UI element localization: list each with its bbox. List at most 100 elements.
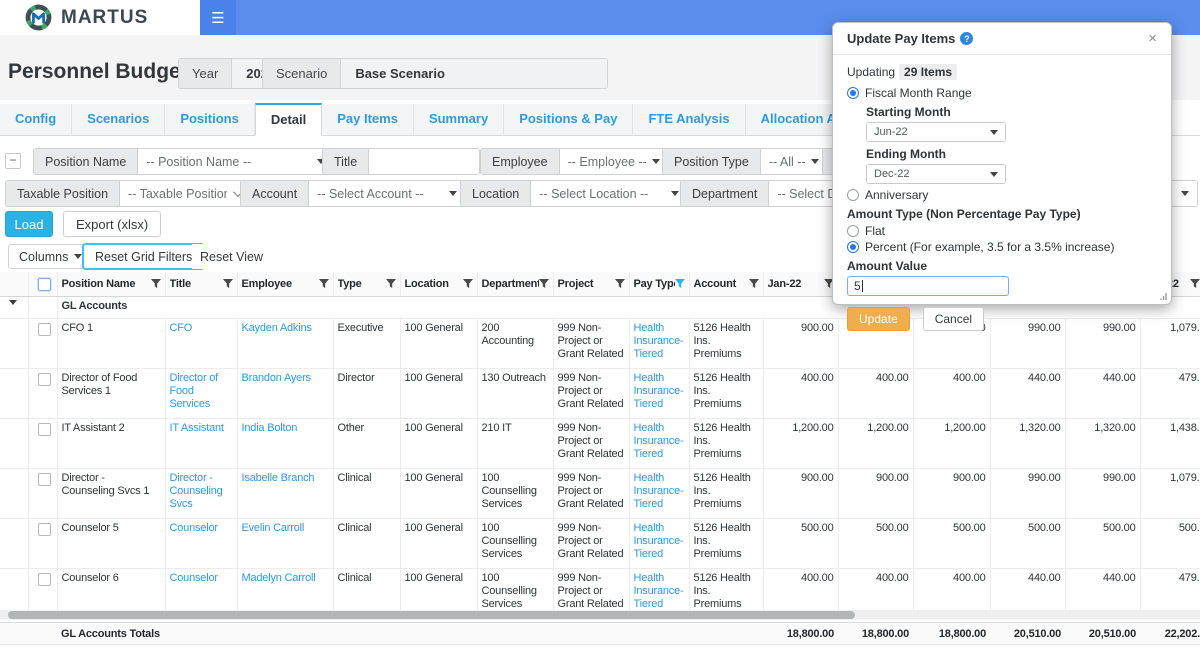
radio-icon[interactable] xyxy=(847,225,859,237)
column-header-type[interactable]: Type xyxy=(333,272,400,296)
cell-pay-type-link[interactable]: Health Insurance-Tiered xyxy=(634,572,684,610)
cell-title-link[interactable]: IT Assistant xyxy=(170,422,224,434)
resize-handle-icon[interactable] xyxy=(1158,292,1167,301)
row-checkbox[interactable] xyxy=(38,573,51,586)
cell-pay-type-link[interactable]: Health Insurance-Tiered xyxy=(634,322,684,360)
columns-dropdown-button[interactable]: Columns xyxy=(8,244,93,269)
tab-positions-pay[interactable]: Positions & Pay xyxy=(504,104,633,135)
filter-funnel-icon[interactable] xyxy=(463,279,473,289)
cell-employee-link[interactable]: Evelin Carroll xyxy=(242,522,305,534)
cell-employee-link[interactable]: Isabelle Branch xyxy=(242,472,315,484)
tab-summary[interactable]: Summary xyxy=(414,104,504,135)
cancel-button[interactable]: Cancel xyxy=(923,307,984,331)
cell-title-link[interactable]: Counselor xyxy=(170,572,218,584)
cell-mar-22: 900.00 xyxy=(913,468,990,518)
help-icon[interactable]: ? xyxy=(960,32,973,45)
scenario-control[interactable]: Scenario Base Scenario xyxy=(262,58,608,89)
cell-pay-type-link[interactable]: Health Insurance-Tiered xyxy=(634,422,684,460)
filter-title-textbox[interactable] xyxy=(369,149,479,174)
cell-title-link[interactable]: Director - Counseling Svcs xyxy=(170,472,223,510)
brand-logo[interactable]: MARTUS xyxy=(0,0,200,35)
filter-funnel-icon[interactable] xyxy=(223,279,233,289)
column-header-pay-type[interactable]: Pay Type xyxy=(629,272,689,296)
row-checkbox[interactable] xyxy=(38,423,51,436)
row-checkbox[interactable] xyxy=(38,373,51,386)
filter-position-name-select[interactable]: -- Position Name -- xyxy=(138,149,333,174)
filter-funnel-icon[interactable] xyxy=(539,279,549,289)
filter-funnel-icon[interactable] xyxy=(1190,279,1200,289)
close-icon[interactable]: × xyxy=(1148,31,1157,46)
cell-project-text: 999 Non-Project or Grant Related xyxy=(558,372,624,410)
scenario-value[interactable]: Base Scenario xyxy=(341,59,607,88)
filter-funnel-icon[interactable] xyxy=(151,279,161,289)
totals-value: 22,202. xyxy=(1140,623,1200,640)
cell-title-link[interactable]: Director of Food Services xyxy=(170,372,219,410)
column-header-jan-22[interactable]: Jan-22 xyxy=(763,272,838,296)
filter-funnel-icon[interactable] xyxy=(319,279,329,289)
hamburger-menu-icon[interactable]: ☰ xyxy=(200,0,236,35)
tab-pay-items[interactable]: Pay Items xyxy=(322,104,414,135)
cell-type: Clinical xyxy=(333,468,400,518)
cell-account-text: 5126 Health Ins. Premiums xyxy=(694,422,751,460)
column-header-employee[interactable]: Employee xyxy=(237,272,333,296)
cell-employee-link[interactable]: Madelyn Carroll xyxy=(242,572,316,584)
reset-grid-filters-button[interactable]: Reset Grid Filters xyxy=(82,243,205,270)
collapse-caret-icon[interactable] xyxy=(9,300,17,305)
filter-funnel-icon[interactable] xyxy=(675,279,685,289)
horizontal-scrollbar-thumb[interactable] xyxy=(8,611,855,619)
tab-config[interactable]: Config xyxy=(0,104,72,135)
anniversary-radio[interactable]: Anniversary xyxy=(847,188,1157,202)
column-header-location[interactable]: Location xyxy=(400,272,477,296)
radio-icon[interactable] xyxy=(847,189,859,201)
filter-position-type-select[interactable]: -- All -- xyxy=(761,149,827,174)
row-checkbox[interactable] xyxy=(38,323,51,336)
radio-selected-icon[interactable] xyxy=(847,241,859,253)
tab-positions[interactable]: Positions xyxy=(165,104,255,135)
filter-account-select[interactable]: -- Select Account -- xyxy=(309,181,465,206)
tab-detail[interactable]: Detail xyxy=(255,103,322,136)
expander-cell xyxy=(0,518,28,568)
martus-logo-icon xyxy=(25,4,52,31)
filter-funnel-icon[interactable] xyxy=(749,279,759,289)
cell-employee-link[interactable]: Brandon Ayers xyxy=(242,372,311,384)
cell-pay-type-link[interactable]: Health Insurance-Tiered xyxy=(634,522,684,560)
load-button[interactable]: Load xyxy=(5,211,53,237)
column-header-project[interactable]: Project xyxy=(553,272,629,296)
table-row: Director - Counseling Svcs 1Director - C… xyxy=(0,468,1200,518)
percent-radio[interactable]: Percent (For example, 3.5 for a 3.5% inc… xyxy=(847,240,1157,254)
column-header-department[interactable]: Department xyxy=(477,272,553,296)
row-checkbox[interactable] xyxy=(38,523,51,536)
filter-employee-select[interactable]: -- Employee -- xyxy=(560,149,668,174)
column-header-position-name[interactable]: Position Name xyxy=(57,272,165,296)
starting-month-select[interactable]: Jun-22 xyxy=(866,122,1006,142)
select-all-checkbox[interactable] xyxy=(38,278,51,291)
cell-title-link[interactable]: Counselor xyxy=(170,522,218,534)
filter-funnel-icon[interactable] xyxy=(615,279,625,289)
cell-pay-type-link[interactable]: Health Insurance-Tiered xyxy=(634,472,684,510)
cell-pay-type-link[interactable]: Health Insurance-Tiered xyxy=(634,372,684,410)
row-checkbox[interactable] xyxy=(38,473,51,486)
fiscal-month-range-radio[interactable]: Fiscal Month Range xyxy=(847,86,1157,100)
update-button[interactable]: Update xyxy=(847,307,910,331)
column-header-account[interactable]: Account xyxy=(689,272,763,296)
filter-funnel-icon[interactable] xyxy=(386,279,396,289)
cell-jan-22-text: 400.00 xyxy=(801,372,833,384)
cell-jan-22: 900.00 xyxy=(763,318,838,368)
column-header-title[interactable]: Title xyxy=(165,272,237,296)
tab-scenarios[interactable]: Scenarios xyxy=(72,104,165,135)
filter-location-select[interactable]: -- Select Location -- xyxy=(531,181,687,206)
export-xlsx-button[interactable]: Export (xlsx) xyxy=(63,211,161,237)
amount-value-text: 5 xyxy=(854,279,861,293)
cell-employee-link[interactable]: Kayden Adkins xyxy=(242,322,312,334)
tab-fte-analysis[interactable]: FTE Analysis xyxy=(633,104,745,135)
reset-view-button[interactable]: Reset View xyxy=(192,244,271,269)
flat-radio[interactable]: Flat xyxy=(847,224,1157,238)
cell-title-link[interactable]: CFO xyxy=(170,322,193,334)
cell-employee-link[interactable]: India Bolton xyxy=(242,422,298,434)
amount-value-input[interactable]: 5 xyxy=(847,276,1009,296)
radio-selected-icon[interactable] xyxy=(847,87,859,99)
filter-title-input[interactable] xyxy=(369,149,479,174)
horizontal-scrollbar-track[interactable] xyxy=(0,610,1200,620)
filter-taxable-position-select[interactable]: -- Taxable Position -- xyxy=(120,181,248,206)
ending-month-select[interactable]: Dec-22 xyxy=(866,164,1006,184)
